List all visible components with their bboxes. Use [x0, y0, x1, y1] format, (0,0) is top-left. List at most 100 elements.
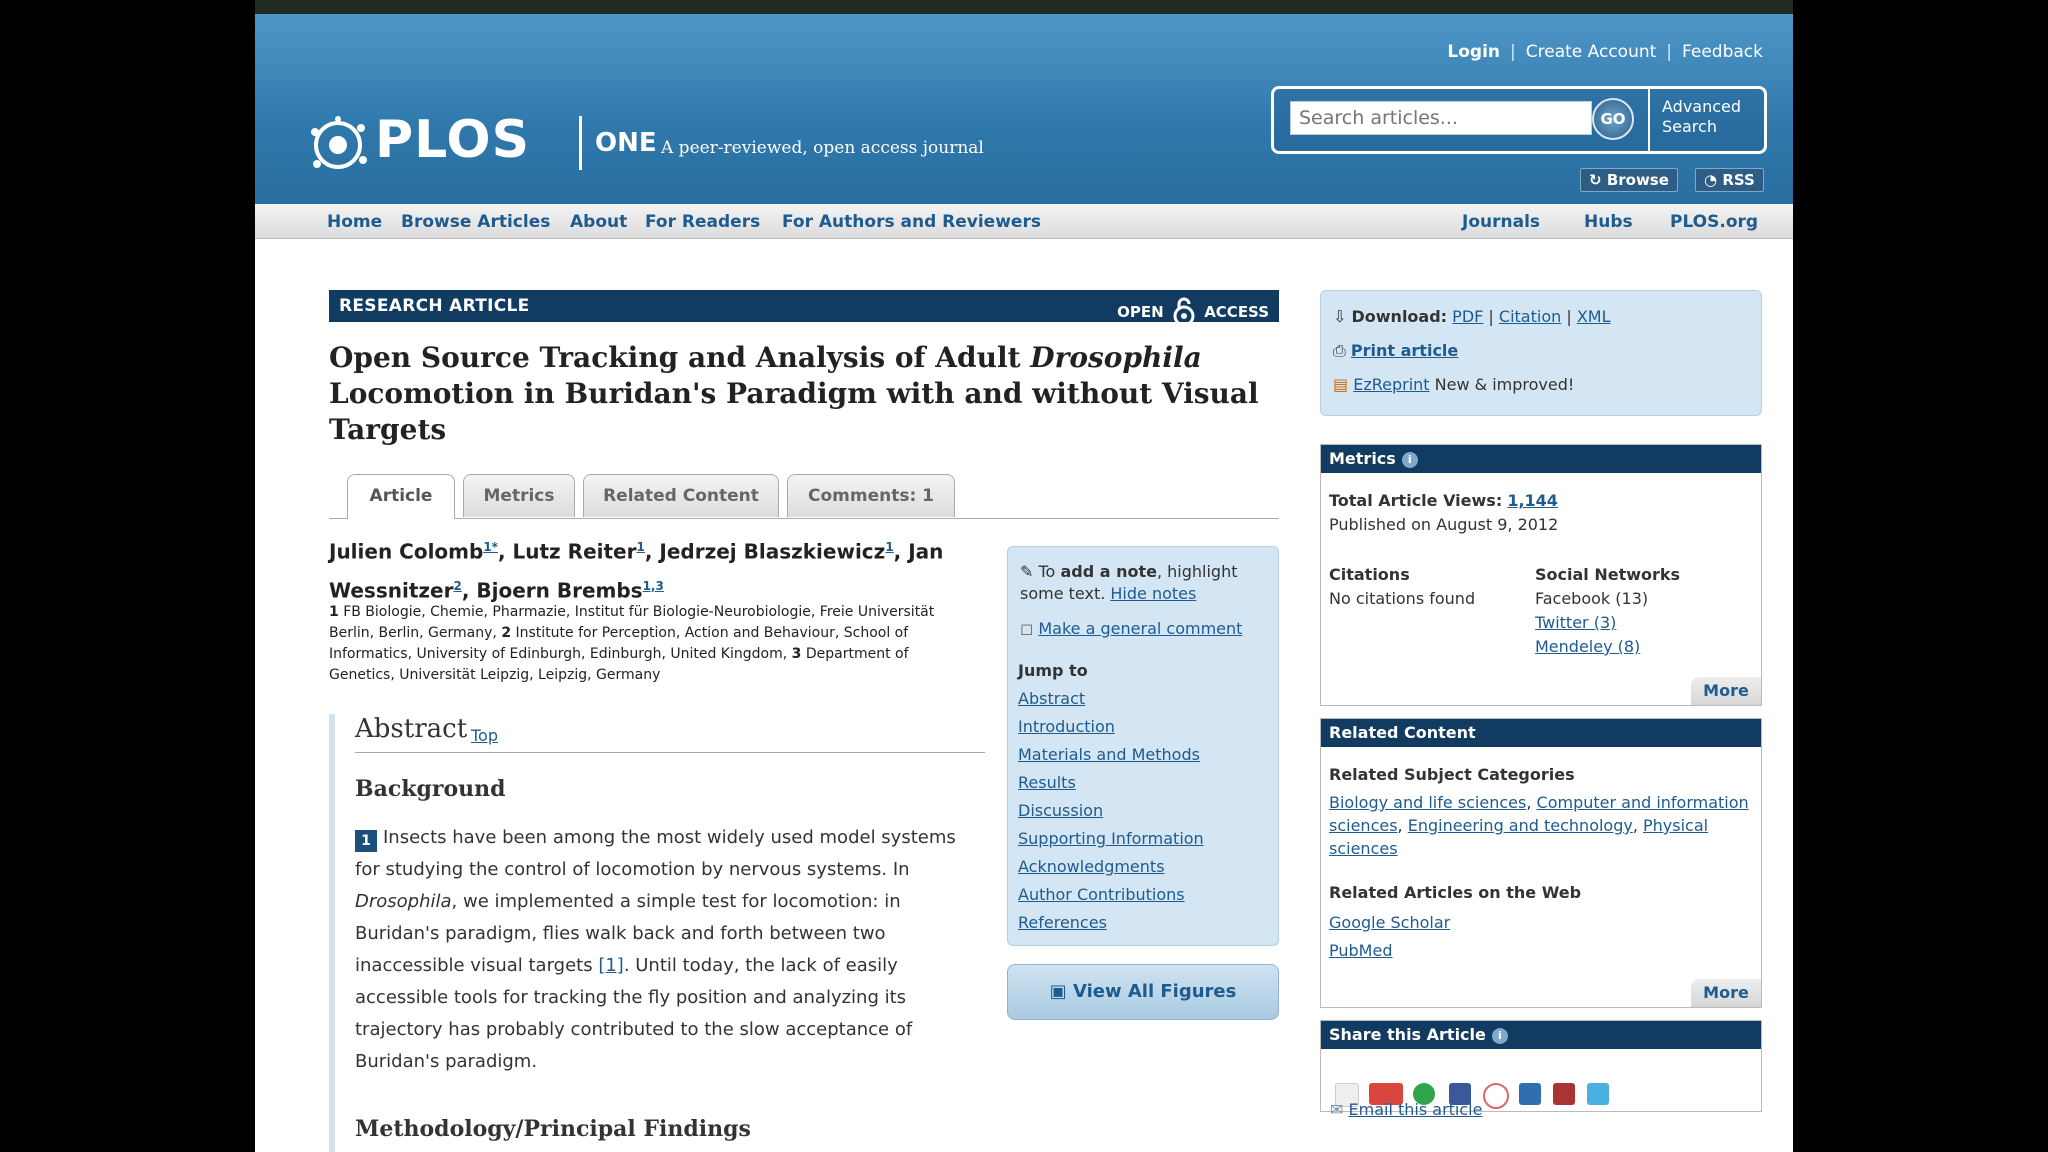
connotea-icon[interactable] [1483, 1083, 1509, 1109]
jump-link-discussion[interactable]: Discussion [1018, 801, 1103, 820]
article-title: Open Source Tracking and Analysis of Adu… [329, 341, 1259, 446]
open-access-lock-icon [1173, 297, 1195, 327]
methods-heading: Methodology/Principal Findings [355, 1116, 751, 1142]
tab-comments[interactable]: Comments: 1 [787, 474, 955, 517]
citeulike-icon[interactable] [1519, 1083, 1541, 1105]
jump-link-abstract[interactable]: Abstract [1018, 689, 1085, 708]
pubmed-link[interactable]: PubMed [1329, 941, 1392, 960]
pdf-link[interactable]: PDF [1452, 307, 1483, 326]
nav-browse-articles[interactable]: Browse Articles [401, 212, 550, 232]
twitter-icon[interactable] [1587, 1083, 1609, 1105]
tab-metrics[interactable]: Metrics [463, 474, 575, 517]
twitter-link[interactable]: Twitter (3) [1535, 613, 1616, 632]
nav-for-authors[interactable]: For Authors and Reviewers [782, 212, 1041, 232]
jump-link-results[interactable]: Results [1018, 773, 1076, 792]
category-link[interactable]: Engineering and technology [1408, 816, 1633, 835]
jump-link-materials-methods[interactable]: Materials and Methods [1018, 745, 1200, 764]
author-name[interactable]: Jedrzej Blaszkiewicz [659, 540, 885, 564]
related-web-heading: Related Articles on the Web [1329, 883, 1582, 902]
article-type-label: RESEARCH ARTICLE [339, 296, 530, 316]
search-box: GO Advanced Search [1271, 86, 1767, 154]
author-affiliation-ref[interactable]: 1,3 [643, 579, 664, 593]
author-name[interactable]: Lutz Reiter [513, 540, 637, 564]
info-icon[interactable]: i [1491, 1028, 1508, 1044]
open-access-label: OPEN ACCESS [1117, 296, 1269, 327]
mendeley-link[interactable]: Mendeley (8) [1535, 637, 1640, 656]
general-comment-link[interactable]: Make a general comment [1038, 619, 1242, 638]
author-name[interactable]: Bjoern Brembs [476, 578, 642, 602]
ezreprint-link[interactable]: EzReprint [1353, 375, 1429, 394]
top-strip [255, 0, 1793, 14]
facebook-count: Facebook (13) [1535, 589, 1649, 608]
browse-button[interactable]: ↻ Browse [1580, 168, 1678, 192]
author-affiliation-ref[interactable]: 1* [483, 540, 498, 554]
google-scholar-link[interactable]: Google Scholar [1329, 913, 1450, 932]
related-content-header: Related Content [1321, 719, 1761, 747]
download-box: ⇩ Download: PDF | Citation | XML ⎙ Print… [1320, 290, 1762, 416]
site-header: Login | Create Account | Feedback PLOS ONE A… [255, 14, 1793, 204]
category-link[interactable]: Biology and life sciences [1329, 793, 1526, 812]
jump-link-supporting-information[interactable]: Supporting Information [1018, 829, 1204, 848]
rss-button[interactable]: ◔ RSS [1695, 168, 1764, 192]
nav-about[interactable]: About [570, 212, 627, 232]
plos-logo-icon [311, 116, 367, 169]
nav-journals[interactable]: Journals [1462, 212, 1540, 232]
main-content: RESEARCH ARTICLE OPEN ACCESS Open Source… [255, 238, 1793, 1152]
advanced-search-link[interactable]: Advanced Search [1662, 97, 1752, 137]
jump-to-heading: Jump to [1018, 661, 1088, 680]
tab-article[interactable]: Article [347, 474, 455, 519]
hide-notes-link[interactable]: Hide notes [1110, 584, 1196, 603]
page: Login | Create Account | Feedback PLOS ONE A… [255, 0, 1793, 1152]
metrics-header: Metrics i [1321, 445, 1761, 473]
author-name[interactable]: Julien Colomb [329, 540, 483, 564]
citation-link[interactable]: Citation [1499, 307, 1561, 326]
jump-link-author-contributions[interactable]: Author Contributions [1018, 885, 1185, 904]
social-networks-heading: Social Networks [1535, 565, 1681, 584]
logo-one: ONE [595, 128, 657, 158]
jump-link-acknowledgments[interactable]: Acknowledgments [1018, 857, 1165, 876]
nav-hubs[interactable]: Hubs [1584, 212, 1633, 232]
jump-link-references[interactable]: References [1018, 913, 1107, 932]
add-note-hint: ✎ To add a note, highlight some text. Hi… [1020, 562, 1238, 603]
login-link[interactable]: Login [1447, 42, 1500, 62]
abstract-rule [355, 752, 985, 753]
search-divider [1648, 89, 1650, 151]
feedback-link[interactable]: Feedback [1682, 42, 1763, 62]
view-all-figures-button[interactable]: ▣ View All Figures [1007, 964, 1279, 1020]
create-account-link[interactable]: Create Account [1526, 42, 1657, 62]
metrics-more-button[interactable]: More [1691, 677, 1761, 705]
total-views-link[interactable]: 1,144 [1507, 491, 1558, 510]
mendeley-icon[interactable] [1553, 1083, 1575, 1105]
citations-value: No citations found [1329, 589, 1476, 608]
search-go-button[interactable]: GO [1592, 98, 1634, 140]
email-article-link[interactable]: Email this article [1349, 1100, 1483, 1119]
reference-link[interactable]: [1] [598, 955, 624, 976]
search-input[interactable] [1290, 101, 1592, 135]
email-icon: ✉ [1330, 1100, 1344, 1119]
email-row: ✉ Email this article [1330, 1100, 1482, 1119]
info-icon[interactable]: i [1401, 452, 1418, 468]
logo-plos: PLOS [375, 110, 531, 170]
jump-link-introduction[interactable]: Introduction [1018, 717, 1115, 736]
note-count-badge[interactable]: 1 [355, 830, 377, 852]
browse-icon: ↻ [1589, 171, 1602, 189]
related-content-box: Related Content Related Subject Categori… [1320, 718, 1762, 1008]
nav-home[interactable]: Home [327, 212, 382, 232]
xml-link[interactable]: XML [1577, 307, 1611, 326]
author-affiliation-ref[interactable]: 2 [453, 579, 461, 593]
author-affiliation-ref[interactable]: 1 [636, 540, 644, 554]
share-box: Share this Article i [1320, 1020, 1762, 1112]
nav-for-readers[interactable]: For Readers [645, 212, 760, 232]
author-affiliation-ref[interactable]: 1 [885, 540, 893, 554]
related-more-button[interactable]: More [1691, 979, 1761, 1007]
subject-categories: Biology and life sciences, Computer and … [1329, 793, 1749, 858]
total-views: Total Article Views: 1,144 [1329, 491, 1558, 510]
print-article-link[interactable]: Print article [1351, 341, 1458, 360]
figures-icon: ▣ [1049, 981, 1067, 1002]
background-paragraph: 1 Insects have been among the most widely… [355, 827, 956, 1072]
tab-related-content[interactable]: Related Content [583, 474, 779, 517]
top-link[interactable]: Top [471, 726, 498, 745]
abstract-heading: Abstract [355, 714, 468, 744]
published-date: Published on August 9, 2012 [1329, 515, 1559, 534]
nav-plos-org[interactable]: PLOS.org [1670, 212, 1758, 232]
